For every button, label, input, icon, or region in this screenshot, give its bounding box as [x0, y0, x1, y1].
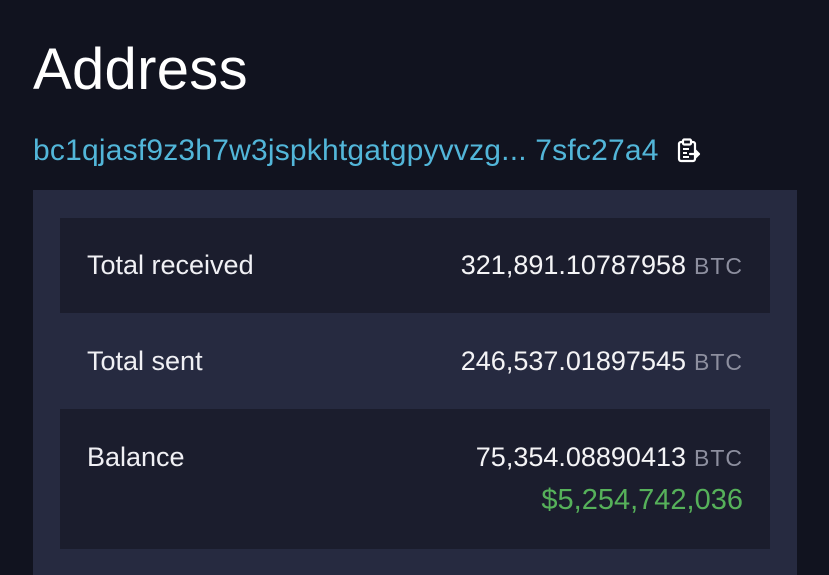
total-received-unit: BTC — [694, 253, 743, 279]
total-received-amount: 321,891.10787958 — [460, 250, 686, 280]
balance-value: 75,354.08890413 BTC — [476, 440, 743, 479]
total-received-label: Total received — [87, 250, 254, 280]
clipboard-copy-icon[interactable] — [674, 136, 704, 166]
page-title: Address — [33, 37, 248, 102]
balance-row: Balance 75,354.08890413 BTC $5,254,742,03… — [60, 409, 770, 549]
total-sent-row: Total sent 246,537.01897545 BTC — [60, 313, 770, 409]
address-link[interactable]: bc1qjasf9z3h7w3jspkhtgatgpyvvzg... 7sfc2… — [33, 128, 659, 174]
address-row: bc1qjasf9z3h7w3jspkhtgatgpyvvzg... 7sfc2… — [33, 128, 704, 174]
total-sent-label: Total sent — [87, 346, 203, 376]
balance-amount: 75,354.08890413 — [475, 442, 686, 472]
address-page: Address bc1qjasf9z3h7w3jspkhtgatgpyvvzg.… — [0, 0, 829, 575]
balance-usd-value: $5,254,742,036 — [541, 484, 743, 516]
balance-label: Balance — [87, 442, 185, 472]
total-sent-value: 246,537.01897545 BTC — [461, 344, 743, 383]
total-received-row: Total received 321,891.10787958 BTC — [60, 218, 770, 313]
summary-card: Total received 321,891.10787958 BTC Total… — [33, 190, 797, 575]
balance-unit: BTC — [694, 445, 743, 471]
total-received-value: 321,891.10787958 BTC — [461, 248, 743, 287]
total-sent-amount: 246,537.01897545 — [460, 346, 686, 376]
total-sent-unit: BTC — [694, 349, 743, 375]
